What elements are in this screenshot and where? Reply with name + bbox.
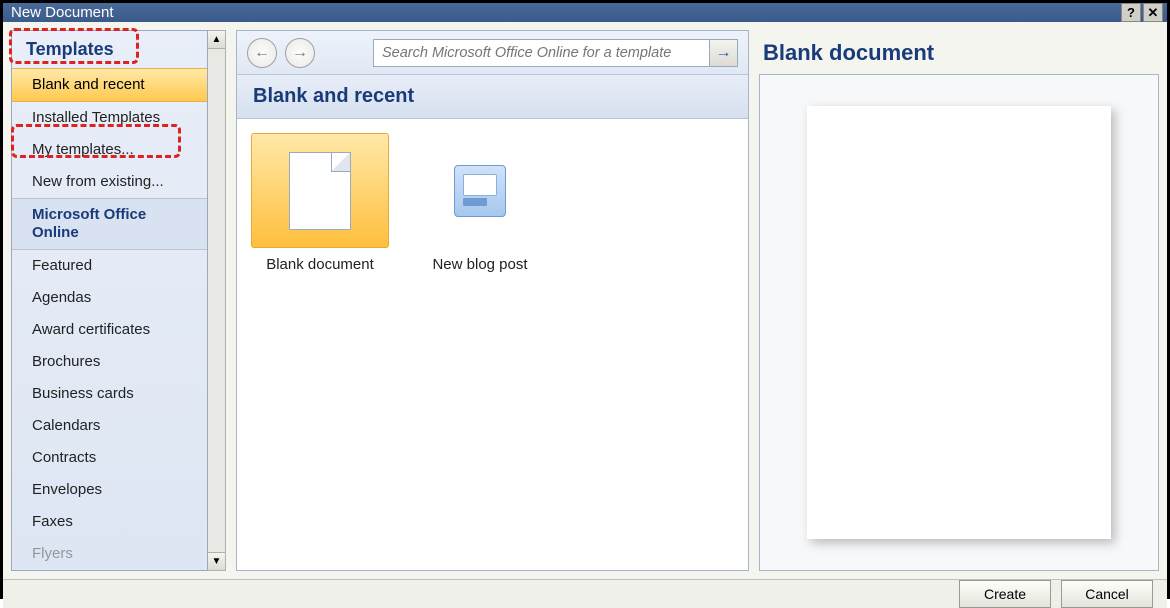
scroll-down-icon[interactable]: ▼ [208, 552, 225, 570]
sidebar-item-label: Faxes [32, 513, 73, 530]
sidebar-item-label: Award certificates [32, 321, 150, 338]
search-input[interactable] [374, 40, 709, 66]
template-label: New blog post [411, 256, 549, 273]
sidebar-item-label: Microsoft Office Online [32, 206, 146, 241]
blog-icon [454, 165, 506, 217]
template-thumb [411, 133, 549, 248]
template-new-blog-post[interactable]: New blog post [411, 133, 549, 273]
sidebar-item-flyers[interactable]: Flyers [12, 538, 207, 570]
sidebar-header: Templates [12, 31, 207, 68]
sidebar-item-label: Blank and recent [32, 76, 145, 93]
nav-forward-button[interactable]: → [285, 38, 315, 68]
arrow-right-icon: → [292, 44, 308, 62]
sidebar-item-my-templates[interactable]: My templates... [12, 134, 207, 166]
scroll-track[interactable] [208, 49, 225, 552]
titlebar: New Document ? ✕ [3, 3, 1167, 22]
search-box: → [373, 39, 738, 67]
arrow-right-icon: → [716, 44, 732, 62]
sidebar-item-brochures[interactable]: Brochures [12, 346, 207, 378]
template-blank-document[interactable]: Blank document [251, 133, 389, 273]
sidebar-item-calendars[interactable]: Calendars [12, 410, 207, 442]
sidebar-item-contracts[interactable]: Contracts [12, 442, 207, 474]
sidebar-section-office-online: Microsoft Office Online [12, 198, 207, 250]
sidebar-item-featured[interactable]: Featured [12, 250, 207, 282]
page-icon [289, 152, 351, 230]
sidebar-item-label: Featured [32, 257, 92, 274]
window-title: New Document [7, 4, 1119, 21]
sidebar-item-business-cards[interactable]: Business cards [12, 378, 207, 410]
close-button[interactable]: ✕ [1143, 3, 1163, 22]
sidebar: Templates Blank and recent Installed Tem… [11, 30, 208, 571]
preview-title: Blank document [759, 30, 1159, 74]
sidebar-item-label: Brochures [32, 353, 100, 370]
sidebar-item-label: Envelopes [32, 481, 102, 498]
sidebar-item-label: Flyers [32, 545, 73, 562]
sidebar-item-label: Contracts [32, 449, 96, 466]
nav-back-button[interactable]: ← [247, 38, 277, 68]
sidebar-item-agendas[interactable]: Agendas [12, 282, 207, 314]
sidebar-item-new-from-existing[interactable]: New from existing... [12, 166, 207, 198]
preview-box [759, 74, 1159, 571]
sidebar-wrap: Templates Blank and recent Installed Tem… [11, 30, 226, 571]
sidebar-scrollbar[interactable]: ▲ ▼ [208, 30, 226, 571]
sidebar-item-label: Agendas [32, 289, 91, 306]
button-label: Cancel [1085, 586, 1129, 602]
preview-page-icon [807, 106, 1111, 538]
template-thumb [251, 133, 389, 248]
sidebar-item-label: Business cards [32, 385, 134, 402]
preview-panel: Blank document [759, 30, 1159, 571]
cancel-button[interactable]: Cancel [1061, 580, 1153, 608]
scroll-up-icon[interactable]: ▲ [208, 31, 225, 49]
button-label: Create [984, 586, 1026, 602]
help-button[interactable]: ? [1121, 3, 1141, 22]
sidebar-item-envelopes[interactable]: Envelopes [12, 474, 207, 506]
new-document-dialog: New Document ? ✕ Templates Blank and rec… [0, 0, 1170, 599]
section-title: Blank and recent [237, 75, 748, 119]
sidebar-item-label: Installed Templates [32, 109, 160, 126]
sidebar-item-installed-templates[interactable]: Installed Templates [12, 102, 207, 134]
main-panel: ← → → Blank and recent Bla [236, 30, 749, 571]
sidebar-item-faxes[interactable]: Faxes [12, 506, 207, 538]
search-go-button[interactable]: → [709, 40, 737, 66]
create-button[interactable]: Create [959, 580, 1051, 608]
sidebar-item-label: Calendars [32, 417, 100, 434]
sidebar-item-label: New from existing... [32, 173, 164, 190]
template-label: Blank document [251, 256, 389, 273]
sidebar-item-blank-and-recent[interactable]: Blank and recent [12, 68, 207, 102]
dialog-footer: Create Cancel [3, 579, 1167, 608]
sidebar-item-label: My templates... [32, 141, 134, 158]
templates-area: Blank document New blog post [237, 119, 748, 570]
dialog-body: Templates Blank and recent Installed Tem… [3, 22, 1167, 579]
arrow-left-icon: ← [254, 44, 270, 62]
toolbar: ← → → [237, 31, 748, 75]
sidebar-item-award-certificates[interactable]: Award certificates [12, 314, 207, 346]
